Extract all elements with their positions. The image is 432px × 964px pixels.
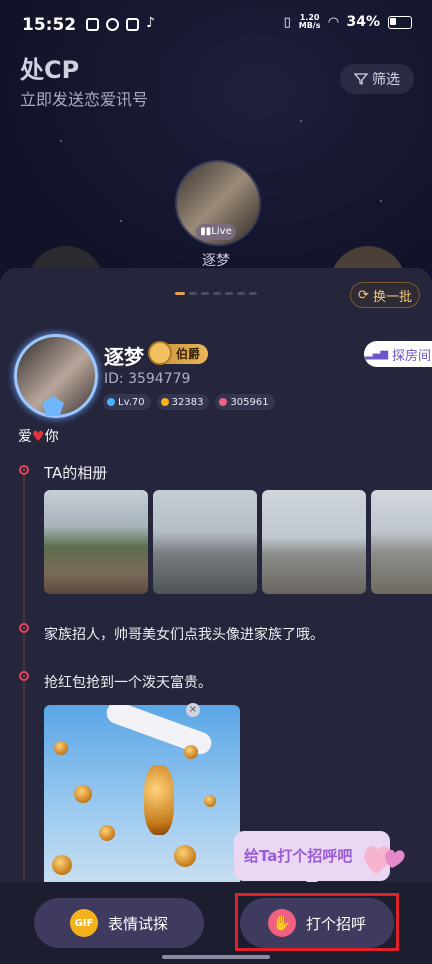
refresh-button[interactable]: ⟳ 换一批	[350, 282, 420, 308]
filter-label: 筛选	[372, 72, 400, 88]
coin-shape	[174, 845, 196, 867]
emoji-probe-label: 表情试探	[107, 914, 168, 933]
notification-icon	[86, 18, 99, 31]
live-badge: ▮▮Live	[196, 224, 236, 240]
coins-chip: 32383	[156, 394, 210, 410]
indicator-dot	[237, 292, 245, 295]
level-icon	[107, 398, 115, 406]
indicator-dot	[189, 292, 197, 295]
hearts-icon	[364, 846, 405, 874]
emoji-probe-button[interactable]: GIF 表情试探	[34, 898, 204, 948]
page-title: 处CP	[20, 56, 80, 84]
album-photo[interactable]	[44, 490, 148, 594]
album-photo[interactable]	[371, 490, 432, 594]
profile-bio: 爱♥你	[18, 429, 59, 445]
tooltip-text: 给Ta打个招呼吧	[244, 847, 353, 865]
album-photo[interactable]	[153, 490, 257, 594]
star	[120, 220, 122, 222]
battery-text: 34%	[346, 14, 380, 30]
wave-hand-icon: ✋	[267, 909, 296, 937]
coin-shape	[204, 795, 216, 807]
refresh-icon: ⟳	[358, 287, 369, 303]
app-icon	[106, 18, 119, 31]
coin-shape	[74, 785, 92, 803]
post-image[interactable]	[44, 705, 240, 885]
indicator-dot	[249, 292, 257, 295]
coin-shape	[54, 741, 68, 755]
star	[300, 120, 302, 122]
heart-icon	[219, 398, 228, 406]
carousel-name: 逐梦	[202, 253, 230, 269]
visit-room-button[interactable]: ▂▄▆ 探房间	[364, 341, 432, 367]
net-speed: 1.20 MB/s	[298, 13, 321, 30]
timeline-dot	[19, 671, 29, 681]
photo-album	[44, 490, 432, 594]
album-photo[interactable]	[262, 490, 366, 594]
status-right: ▯ 1.20 MB/s ◠ 34%	[284, 14, 412, 30]
app-icon	[126, 18, 139, 31]
indicator-dot	[213, 292, 221, 295]
profile-id: ID: 3594779	[104, 371, 191, 387]
timeline-dot	[19, 465, 29, 475]
coin-pile	[144, 765, 174, 835]
crown-icon	[148, 341, 172, 365]
profile-name: 逐梦	[104, 345, 144, 369]
level-chip: Lv.70	[103, 394, 151, 410]
rank-badge: 伯爵	[148, 341, 209, 365]
home-indicator[interactable]	[162, 955, 270, 959]
heart-icon: ♥	[32, 429, 45, 445]
visit-room-label: 探房间	[392, 348, 432, 364]
indicator-dot	[175, 292, 185, 295]
status-bar: 15:52 ♪ ▯ 1.20 MB/s ◠ 34%	[0, 0, 432, 50]
page-subtitle: 立即发送恋爱讯号	[20, 90, 149, 109]
filter-icon	[354, 73, 368, 86]
indicator-dot	[225, 292, 233, 295]
battery-icon	[388, 15, 412, 29]
hearts-chip: 305961	[215, 394, 275, 410]
album-title: TA的相册	[44, 464, 108, 482]
gif-icon: GIF	[69, 909, 98, 937]
greet-button[interactable]: ✋ 打个招呼	[240, 898, 394, 948]
close-icon[interactable]: ×	[186, 703, 200, 717]
refresh-label: 换一批	[372, 289, 412, 305]
signal-icon: ▂▄▆	[364, 348, 389, 360]
status-time: 15:52	[22, 15, 77, 35]
star	[380, 200, 382, 202]
filter-button[interactable]: 筛选	[340, 64, 414, 94]
coin-shape	[52, 855, 72, 875]
coin-icon	[160, 398, 169, 406]
vibrate-icon: ▯	[283, 14, 291, 30]
coin-shape	[184, 745, 198, 759]
wifi-icon: ◠	[328, 14, 339, 30]
greet-label: 打个招呼	[305, 914, 366, 933]
star	[60, 140, 62, 142]
coin-shape	[99, 825, 115, 841]
stats-chips: Lv.70 32383 305961	[103, 394, 275, 410]
timeline-dot	[19, 623, 29, 633]
post-text: 家族招人，帅哥美女们点我头像进家族了哦。	[44, 627, 324, 643]
page-indicator	[175, 292, 257, 295]
indicator-dot	[201, 292, 209, 295]
tiktok-icon: ♪	[146, 15, 155, 31]
post-text: 抢红包抢到一个泼天富贵。	[44, 675, 212, 691]
